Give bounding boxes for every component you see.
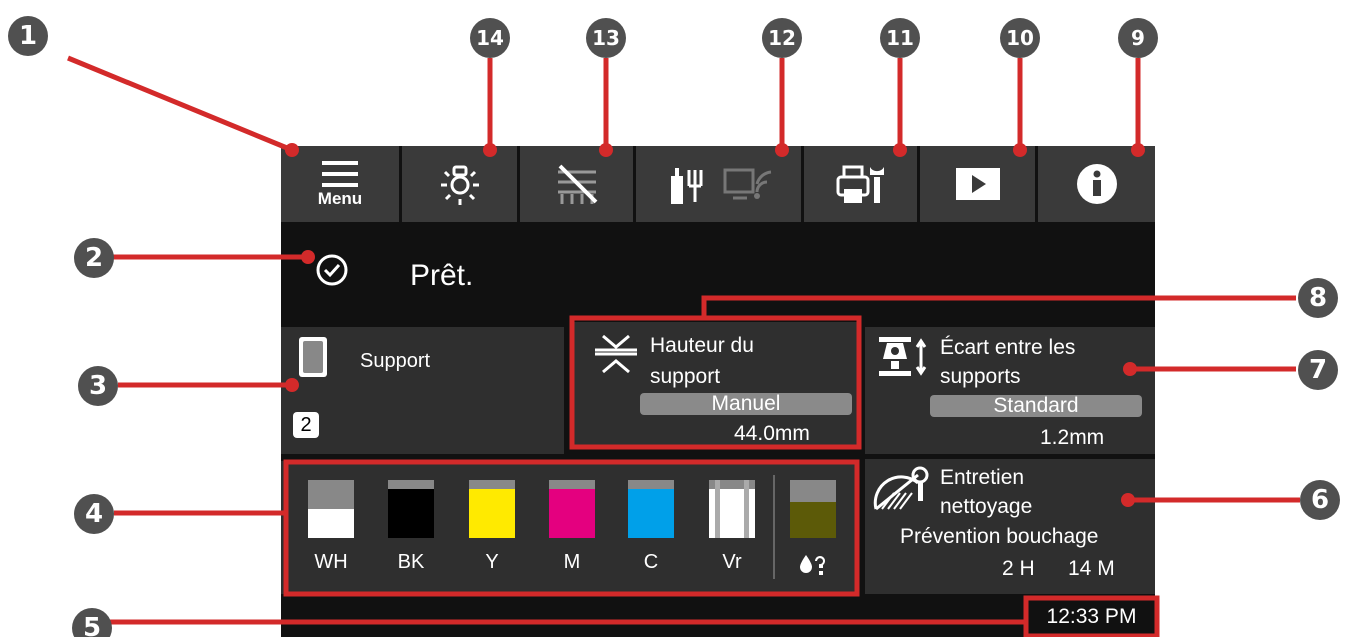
callout-7: 7	[1298, 350, 1338, 390]
callout-9: 9	[1118, 18, 1158, 58]
callout-10: 10	[1000, 18, 1040, 58]
callout-14: 14	[470, 18, 510, 58]
callout-13: 13	[586, 18, 626, 58]
callout-end-6	[1121, 493, 1135, 507]
callout-12: 12	[762, 18, 802, 58]
callout-end-13	[599, 143, 613, 157]
callout-end-11	[893, 143, 907, 157]
callout-end-2	[301, 250, 315, 264]
callout-11: 11	[880, 18, 920, 58]
callout-4: 4	[74, 494, 114, 534]
callout-end-12	[775, 143, 789, 157]
callout-end-1	[285, 143, 299, 157]
callout-6: 6	[1300, 480, 1340, 520]
callout-end-9	[1131, 143, 1145, 157]
callout-3: 3	[78, 366, 118, 406]
callout-8: 8	[1298, 278, 1338, 318]
callout-end-14	[483, 143, 497, 157]
callout-end-3	[285, 378, 299, 392]
callout-end-10	[1013, 143, 1027, 157]
callout-end-7	[1123, 362, 1137, 376]
callout-2: 2	[74, 238, 114, 278]
callout-1: 1	[8, 16, 48, 56]
callout-lines	[67, 55, 1300, 637]
